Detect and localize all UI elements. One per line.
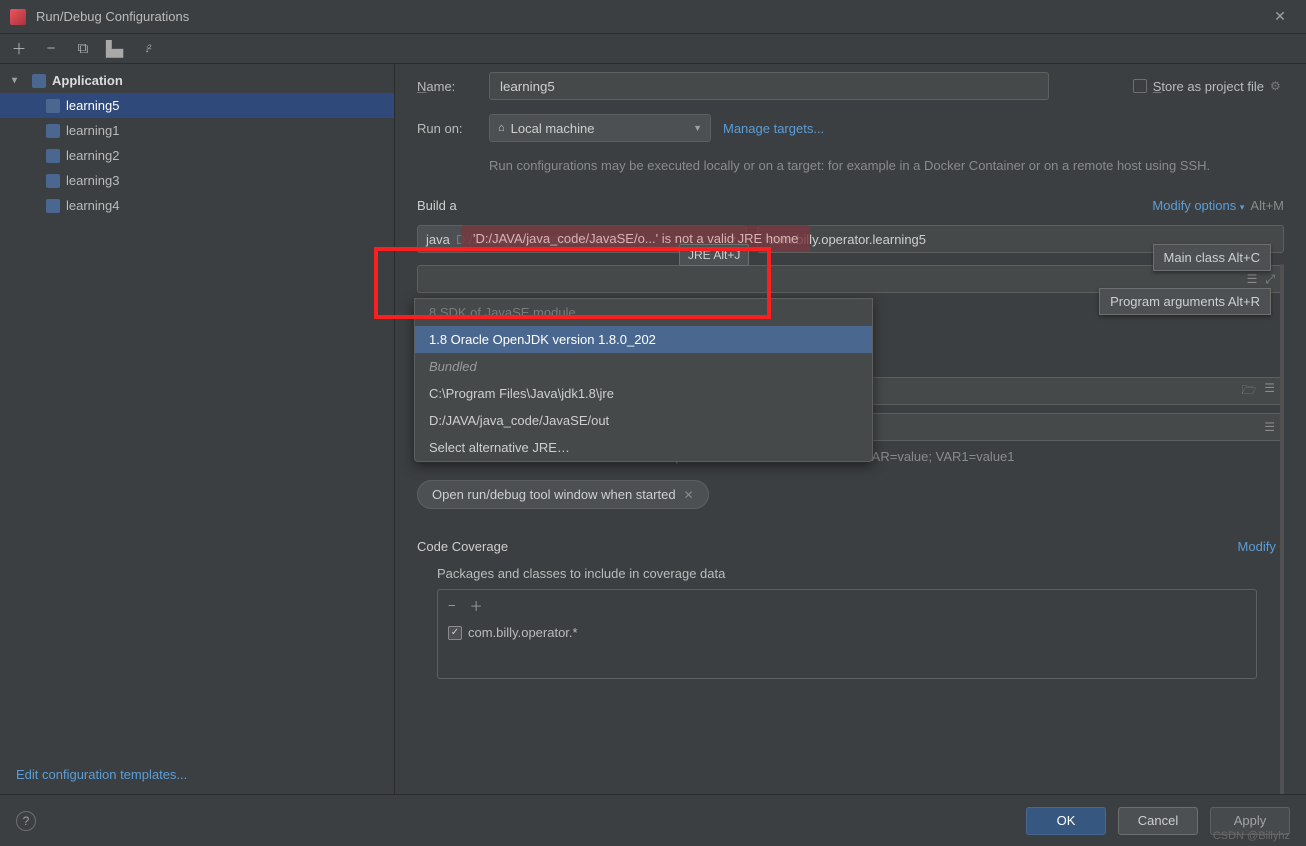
section-title-build: Build a [417,198,457,213]
application-icon [46,124,60,138]
edit-templates-link[interactable]: Edit configuration templates... [0,755,394,794]
coverage-modify-link[interactable]: Modify ▾ [1238,539,1284,554]
tree-header-label: Application [52,73,123,88]
section-title-coverage: Code Coverage [417,539,508,554]
scrollbar[interactable] [1280,264,1284,794]
remove-icon[interactable]: − [448,598,456,613]
title-bar: Run/Debug Configurations ✕ [0,0,1306,34]
add-icon[interactable]: ＋ [470,596,483,615]
name-input[interactable] [489,72,1049,100]
jre-option[interactable]: 8 SDK of JavaSE module [415,299,872,326]
checkbox-icon[interactable] [1133,79,1147,93]
list-icon[interactable]: ☰ [1264,381,1275,402]
jre-option-bundled[interactable]: Bundled [415,353,872,380]
config-item-label: learning2 [66,148,120,163]
config-toolbar: ＋ − ⧉ ▙▖ ↓² [0,34,1306,64]
add-icon[interactable]: ＋ [10,38,28,59]
config-item-label: learning1 [66,123,120,138]
modify-shortcut: Alt+M [1250,198,1284,213]
config-item[interactable]: learning5 [0,93,394,118]
chevron-down-icon: ▼ [693,123,702,133]
jre-dropdown[interactable]: 8 SDK of JavaSE module 1.8 Oracle OpenJD… [414,298,873,462]
jre-option-selected[interactable]: 1.8 Oracle OpenJDK version 1.8.0_202 [415,326,872,353]
chevron-down-icon: ▾ [1240,202,1245,212]
config-item-label: learning3 [66,173,120,188]
dialog-footer: ? OK Cancel Apply [0,794,1306,846]
runon-value: Local machine [511,121,595,136]
application-icon [46,199,60,213]
folder-icon[interactable]: ▙▖ [106,40,124,58]
modify-options-link[interactable]: Modify options ▾ [1152,198,1244,213]
application-icon [46,174,60,188]
watermark: CSDN @Billyhz [1213,830,1290,842]
checkbox-checked-icon[interactable]: ✓ [448,626,462,640]
tree-header-application[interactable]: ▾ Application [0,68,394,93]
runon-select[interactable]: ⌂ Local machine ▼ [489,114,711,142]
help-icon[interactable]: ? [16,811,36,831]
window-title: Run/Debug Configurations [36,9,1264,24]
name-label: Name: [417,79,477,94]
runon-label: Run on: [417,121,477,136]
chevron-down-icon: ▾ [12,75,26,86]
gear-icon[interactable]: ⚙ [1270,79,1284,93]
jre-prefix: java [426,232,450,247]
list-icon[interactable]: ☰ [1247,272,1258,287]
jre-tooltip: JRE Alt+J [679,244,749,266]
app-icon [10,9,26,25]
config-tree: ▾ Application learning5 learning1 learni… [0,64,394,755]
cancel-button[interactable]: Cancel [1118,807,1198,835]
hint-program-arguments: Program arguments Alt+R [1099,288,1271,315]
ok-button[interactable]: OK [1026,807,1106,835]
config-item-label: learning5 [66,98,120,113]
application-icon [32,74,46,88]
folder-open-icon[interactable]: 🗁 [1241,381,1256,402]
coverage-subtitle: Packages and classes to include in cover… [437,566,1284,581]
config-item[interactable]: learning3 [0,168,394,193]
hint-main-class: Main class Alt+C [1153,244,1271,271]
coverage-package: com.billy.operator.* [468,625,578,640]
close-pill-icon[interactable]: ✕ [684,488,694,502]
runon-description: Run configurations may be executed local… [489,156,1284,176]
sort-icon[interactable]: ↓² [138,43,156,55]
error-toast: 'D:/JAVA/java_code/JavaSE/o...' is not a… [461,225,810,252]
close-icon[interactable]: ✕ [1264,8,1296,25]
remove-icon[interactable]: − [42,40,60,57]
copy-icon[interactable]: ⧉ [74,40,92,57]
jre-option[interactable]: C:\Program Files\Java\jdk1.8\jre [415,380,872,407]
expand-icon[interactable]: ⤢ [1265,272,1275,287]
coverage-item[interactable]: ✓ com.billy.operator.* [438,621,1256,644]
list-icon[interactable]: ☰ [1264,420,1275,434]
jre-option-select-alt[interactable]: Select alternative JRE… [415,434,872,461]
config-item[interactable]: learning2 [0,143,394,168]
config-item-label: learning4 [66,198,120,213]
manage-targets-link[interactable]: Manage targets... [723,121,824,136]
sidebar: ▾ Application learning5 learning1 learni… [0,64,395,794]
open-tool-window-pill[interactable]: Open run/debug tool window when started … [417,480,709,509]
application-icon [46,149,60,163]
application-icon [46,99,60,113]
store-as-project-file[interactable]: Store as project file ⚙ [1133,79,1284,94]
config-item[interactable]: learning4 [0,193,394,218]
config-item[interactable]: learning1 [0,118,394,143]
jre-option[interactable]: D:/JAVA/java_code/JavaSE/out [415,407,872,434]
home-icon: ⌂ [498,122,505,134]
coverage-list: − ＋ ✓ com.billy.operator.* [437,589,1257,679]
